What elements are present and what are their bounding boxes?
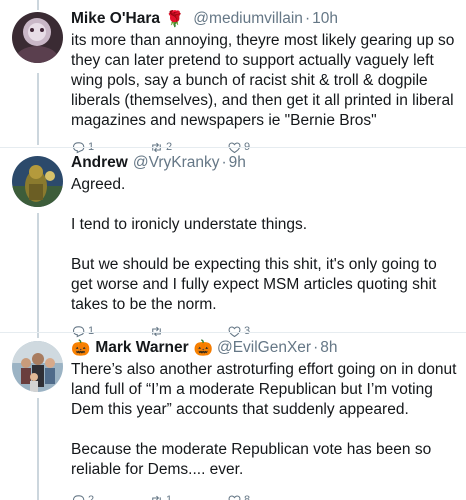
user-handle[interactable]: @EvilGenXer [217, 339, 311, 357]
like-count: 3 [244, 325, 251, 337]
retweet-count: 1 [166, 494, 173, 500]
tweet[interactable]: Andrew @VryKranky · 9h Agreed. I tend to… [0, 152, 466, 337]
display-name[interactable]: Mike O'Hara [71, 10, 160, 28]
tweet-header: Andrew @VryKranky · 9h [71, 152, 460, 174]
reply-count: 2 [88, 494, 95, 500]
like-count: 8 [244, 494, 251, 500]
reply-icon [72, 494, 85, 500]
tweet[interactable]: Mike O'Hara 🌹 @mediumvillain · 10h its m… [0, 8, 466, 153]
tweet-header: Mike O'Hara 🌹 @mediumvillain · 10h [71, 8, 460, 30]
divider [0, 147, 466, 148]
display-name[interactable]: Mark Warner [95, 339, 188, 357]
tweet-text: Agreed. I tend to ironicly understate th… [71, 176, 437, 313]
timestamp[interactable]: 8h [320, 339, 337, 357]
retweet-button[interactable]: 1 [149, 493, 227, 500]
timestamp[interactable]: 9h [229, 154, 246, 172]
like-button[interactable]: 8 [227, 493, 305, 500]
reply-button[interactable]: 2 [71, 493, 149, 500]
tweet-actions: 2 1 8 [71, 490, 460, 500]
avatar[interactable] [12, 12, 63, 63]
avatar[interactable] [12, 156, 63, 207]
tweet-header: 🎃 Mark Warner 🎃 @EvilGenXer · 8h [71, 337, 460, 359]
user-handle[interactable]: @VryKranky [133, 154, 220, 172]
tweet-text: There’s also another astroturfing effort… [71, 361, 457, 478]
heart-icon [228, 494, 241, 500]
reply-count: 1 [88, 325, 95, 337]
jack-o-lantern-emoji: 🎃 [71, 339, 91, 357]
tweet-text: its more than annoying, theyre most like… [71, 32, 455, 129]
avatar[interactable] [12, 341, 63, 392]
display-name[interactable]: Andrew [71, 154, 128, 172]
jack-o-lantern-emoji: 🎃 [193, 339, 213, 357]
divider [0, 332, 466, 333]
user-handle[interactable]: @mediumvillain [193, 10, 303, 28]
timestamp[interactable]: 10h [312, 10, 338, 28]
rose-emoji: 🌹 [164, 10, 185, 28]
separator-dot: · [221, 154, 227, 171]
retweet-icon [152, 495, 161, 500]
separator-dot: · [304, 10, 311, 27]
separator-dot: · [313, 339, 319, 356]
tweet[interactable]: 🎃 Mark Warner 🎃 @EvilGenXer · 8h There’s… [0, 337, 466, 500]
